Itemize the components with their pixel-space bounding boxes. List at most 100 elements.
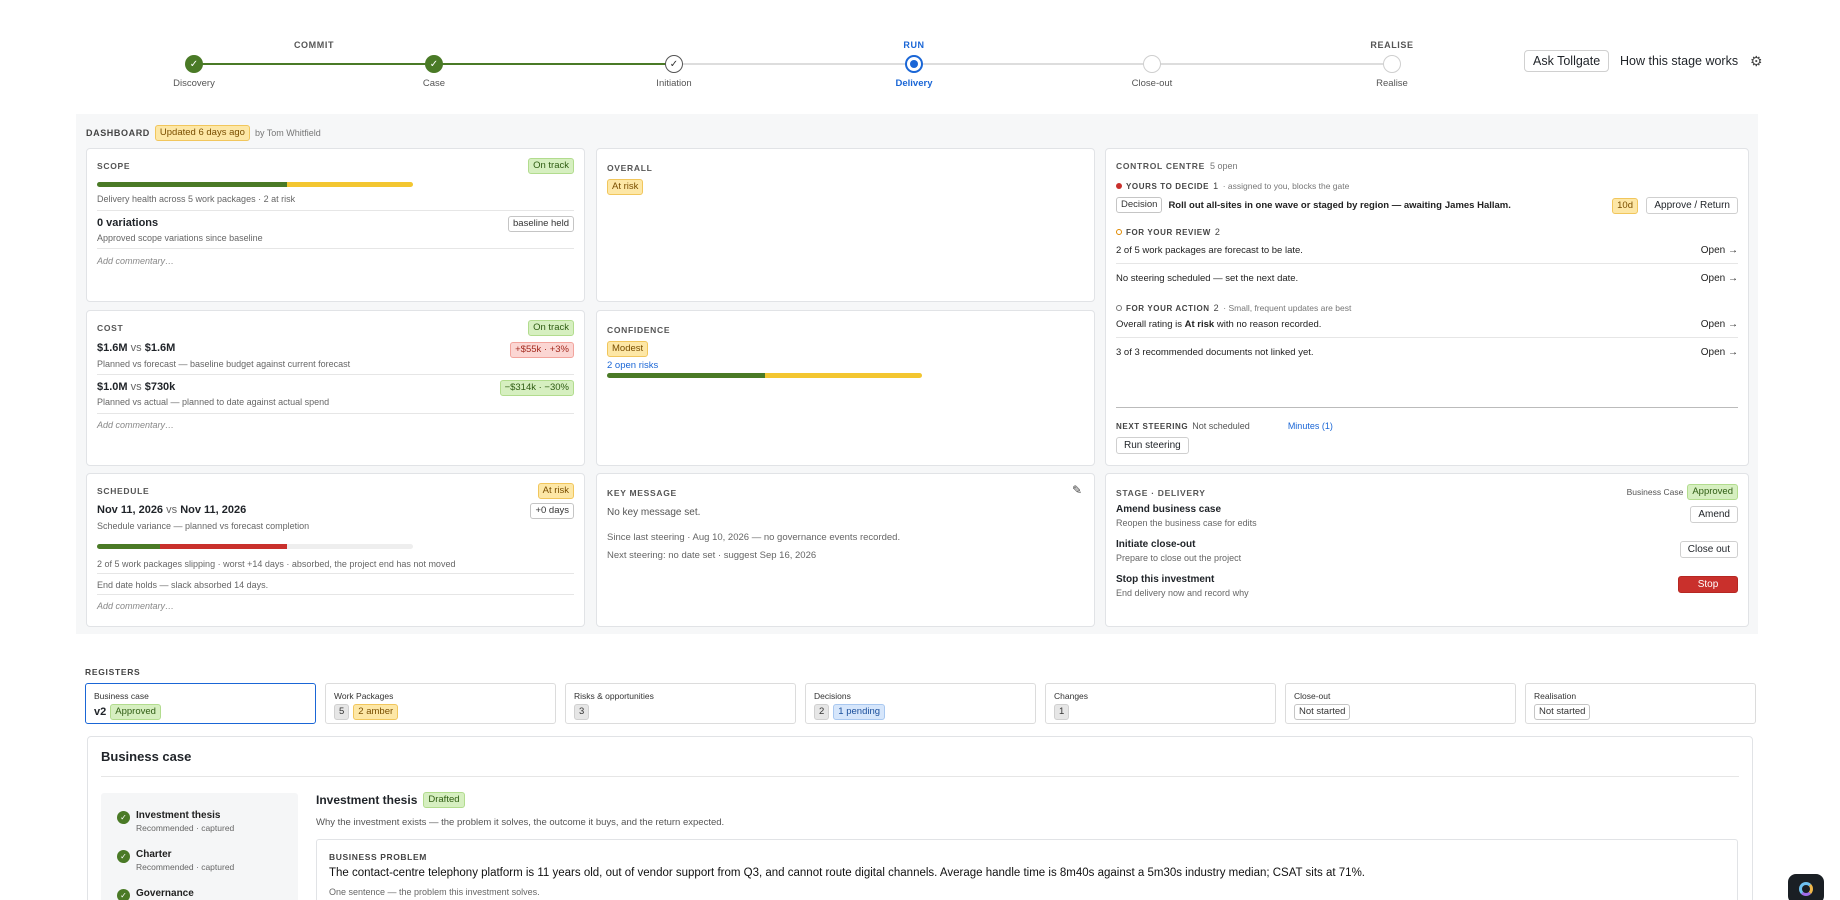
nav-item-name: Investment thesis [136,810,221,821]
vs-label: vs [130,381,142,393]
nav-item-investment-thesis[interactable]: ✓ Investment thesis Recommended · captur… [117,810,234,833]
assistant-launcher-button[interactable] [1788,874,1824,900]
scope-title: SCOPE [97,161,131,171]
register-name: Business case [94,691,149,701]
step-delivery-node[interactable] [905,55,923,73]
register-realisation[interactable]: Realisation Not started [1525,683,1756,724]
register-count: 2 [814,704,830,720]
check-icon: ✓ [669,58,679,70]
stage-bc-badge: Approved [1687,484,1738,500]
business-problem-label: BUSINESS PROBLEM [329,852,427,862]
confidence-title: CONFIDENCE [607,325,671,335]
amend-title: Amend business case [1116,504,1222,515]
step-initiation-node[interactable]: ✓ [665,55,683,73]
overall-title: OVERALL [607,163,653,173]
register-changes[interactable]: Changes 1 [1045,683,1276,724]
yours-to-decide-note: · assigned to you, blocks the gate [1222,181,1350,191]
run-steering-button[interactable]: Run steering [1116,437,1189,454]
control-centre-header: CONTROL CENTRE 5 open [1116,161,1238,171]
divider [97,374,574,375]
open-risks-link[interactable]: 2 open risks [607,360,1084,371]
for-your-review-label: FOR YOUR REVIEW [1126,227,1211,237]
red-dot-icon [1116,183,1122,189]
business-case-panel: Business case ✓ Investment thesis Recomm… [87,736,1753,900]
close-out-button[interactable]: Close out [1679,541,1738,558]
vs-label: vs [130,342,142,354]
step-discovery-label[interactable]: Discovery [173,78,215,89]
decision-due-badge: 10d [1612,198,1638,214]
register-name: Decisions [814,691,851,701]
action-item-1: Overall rating is At risk with no reason… [1116,319,1738,330]
edit-icon[interactable]: ✎ [1072,483,1082,497]
action-item-1-open-link[interactable]: Open → [1701,319,1738,330]
action-item-1-post: with no reason recorded. [1216,319,1322,330]
register-value: v2 Approved [94,704,307,720]
stepper-group-run: RUN [903,40,925,50]
step-case-node[interactable]: ✓ [425,55,443,73]
step-close-out-label[interactable]: Close-out [1132,78,1173,89]
schedule-commentary-input[interactable]: Add commentary… [97,601,174,611]
business-problem-text[interactable]: The contact-centre telephony platform is… [329,867,1365,879]
stop-button[interactable]: Stop [1678,576,1738,593]
business-problem-field[interactable]: BUSINESS PROBLEM The contact-centre tele… [316,839,1738,900]
ask-tollgate-button[interactable]: Ask Tollgate [1524,50,1610,72]
register-name: Risks & opportunities [574,691,654,701]
control-centre-count: 5 open [1209,161,1238,171]
step-realise-label[interactable]: Realise [1376,78,1408,89]
stepper-track-pending [674,63,1394,65]
schedule-end-text: End date holds — slack absorbed 14 days. [97,580,269,590]
check-icon: ✓ [117,850,130,863]
for-your-action-note: · Small, frequent updates are best [1223,303,1352,313]
scope-variations: 0 variations [97,217,159,229]
amend-button[interactable]: Amend [1690,506,1738,523]
register-work-packages[interactable]: Work Packages 5 2 amber [325,683,556,724]
control-centre-title: CONTROL CENTRE [1116,161,1205,171]
divider [97,413,574,414]
key-message-title: KEY MESSAGE [607,488,677,498]
register-close-out[interactable]: Close-out Not started [1285,683,1516,724]
key-message-empty: No key message set. [607,507,701,518]
step-delivery-label[interactable]: Delivery [896,78,933,89]
register-business-case[interactable]: Business case v2 Approved [85,683,316,724]
nav-item-charter[interactable]: ✓ Charter Recommended · captured [117,849,234,872]
scope-health-bar [97,182,413,187]
step-realise-node[interactable] [1383,55,1401,73]
register-risks[interactable]: Risks & opportunities 3 [565,683,796,724]
schedule-delta: +0 days [530,503,574,519]
check-icon: ✓ [189,58,199,70]
updated-badge: Updated 6 days ago [154,125,250,141]
business-case-nav: ✓ Investment thesis Recommended · captur… [101,793,298,900]
cost-actual-spend: $730k [144,381,176,393]
action-item-2-open-link[interactable]: Open → [1701,347,1738,358]
gear-icon[interactable]: ⚙ [1750,53,1763,70]
cost-status-badge: On track [528,320,574,336]
nav-item-governance[interactable]: ✓ Governance [117,888,194,900]
step-close-out-node[interactable] [1143,55,1161,73]
minutes-link[interactable]: Minutes (1) [1288,421,1333,431]
step-initiation-label[interactable]: Initiation [656,78,691,89]
divider [97,210,574,211]
overall-status-badge[interactable]: At risk [607,179,644,195]
step-case-label[interactable]: Case [423,78,445,89]
step-discovery-node[interactable]: ✓ [185,55,203,73]
approve-return-button[interactable]: Approve / Return [1646,197,1738,214]
stepper-group-realise: REALISE [1370,40,1414,50]
review-item-2-open-link[interactable]: Open → [1701,273,1738,284]
confidence-bar-amber [764,373,922,378]
schedule-bar-red [160,544,287,549]
cost-forecast: $1.6M vs $1.6M [97,342,574,354]
register-value: 5 2 amber [334,704,547,720]
next-steering-row: NEXT STEERING Not scheduled Minutes (1) [1116,421,1333,431]
register-count: 3 [574,704,590,720]
schedule-dates: Nov 11, 2026 vs Nov 11, 2026 [97,504,574,516]
review-item-1-open-link[interactable]: Open → [1701,245,1738,256]
review-item-1: 2 of 5 work packages are forecast to be … [1116,245,1303,256]
cost-commentary-input[interactable]: Add commentary… [97,420,174,430]
stage-stepper: COMMIT RUN REALISE ✓ ✓ ✓ Discovery Case … [173,36,1413,96]
thesis-sub: Why the investment exists — the problem … [316,817,725,828]
scope-commentary-input[interactable]: Add commentary… [97,256,174,266]
dashboard: DASHBOARD Updated 6 days ago by Tom Whit… [76,114,1758,634]
how-this-stage-works-link[interactable]: How this stage works [1620,54,1738,68]
divider [1116,407,1738,408]
register-decisions[interactable]: Decisions 2 1 pending [805,683,1036,724]
